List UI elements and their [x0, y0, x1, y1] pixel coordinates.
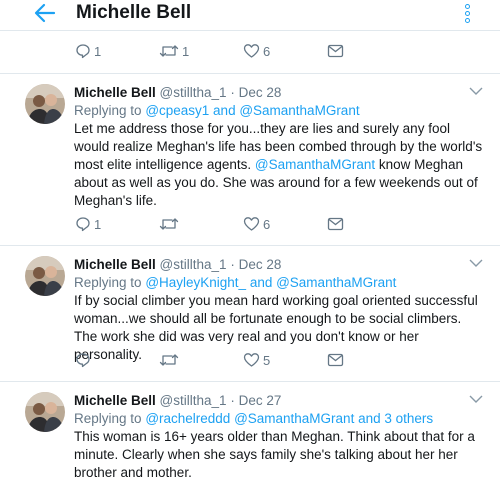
like-button[interactable]: 5	[243, 349, 270, 371]
like-count: 6	[263, 216, 271, 232]
replying-to-label: Replying to	[74, 103, 142, 118]
reply-button[interactable]	[75, 349, 94, 371]
message-icon	[327, 217, 344, 231]
message-icon	[327, 44, 344, 58]
chevron-down-icon[interactable]	[469, 86, 483, 96]
tweet-date[interactable]: Dec 27	[239, 393, 282, 408]
reply-icon	[76, 353, 90, 368]
avatar[interactable]	[25, 392, 65, 432]
avatar[interactable]	[25, 256, 65, 296]
reply-icon	[76, 44, 90, 59]
tweet-text: Let me address those for you...they are …	[74, 120, 484, 210]
replying-to-handles[interactable]: @cpeasy1 and @SamanthaMGrant	[145, 103, 359, 118]
heart-icon	[243, 217, 260, 231]
separator-dot: ·	[230, 85, 235, 100]
author-handle[interactable]: @stilltha_1	[160, 393, 227, 408]
author-handle[interactable]: @stilltha_1	[160, 85, 227, 100]
tweet-actions: 5	[0, 349, 500, 371]
divider	[0, 381, 500, 382]
tweet-date[interactable]: Dec 28	[239, 257, 282, 272]
reply-button[interactable]: 1	[75, 40, 101, 62]
share-button[interactable]	[327, 40, 344, 62]
chevron-down-icon[interactable]	[469, 394, 483, 404]
tweet-actions: 1 6	[0, 213, 500, 235]
separator-dot: ·	[230, 257, 235, 272]
share-button[interactable]	[327, 349, 344, 371]
heart-icon	[243, 44, 260, 58]
author-name[interactable]: Michelle Bell	[74, 257, 156, 272]
replying-to-handles[interactable]: @HayleyKnight_ and @SamanthaMGrant	[145, 275, 396, 290]
replying-to-handles[interactable]: @rachelreddd @SamanthaMGrant and 3 other…	[145, 411, 433, 426]
retweet-icon	[159, 45, 179, 57]
author-name[interactable]: Michelle Bell	[74, 393, 156, 408]
reply-count: 1	[94, 43, 102, 59]
page-title: Michelle Bell	[76, 2, 192, 23]
divider	[0, 30, 500, 31]
retweet-icon	[159, 218, 179, 230]
retweet-count: 1	[182, 43, 190, 59]
share-button[interactable]	[327, 213, 344, 235]
like-count: 6	[263, 43, 271, 59]
reply-button[interactable]: 1	[75, 213, 101, 235]
tweet-date[interactable]: Dec 28	[239, 85, 282, 100]
retweet-button[interactable]: 1	[159, 40, 189, 62]
separator-dot: ·	[230, 393, 235, 408]
divider	[0, 245, 500, 246]
divider	[0, 73, 500, 74]
mention-link[interactable]: @SamanthaMGrant	[255, 157, 375, 172]
like-button[interactable]: 6	[243, 40, 270, 62]
replying-to-label: Replying to	[74, 275, 142, 290]
top-bar: Michelle Bell	[0, 0, 500, 30]
avatar[interactable]	[25, 84, 65, 124]
back-arrow-icon[interactable]	[33, 2, 57, 24]
heart-icon	[243, 353, 260, 367]
replying-to-label: Replying to	[74, 411, 142, 426]
tweet-text: This woman is 16+ years older than Megha…	[74, 429, 475, 480]
retweet-icon	[159, 354, 179, 366]
retweet-button[interactable]	[159, 213, 182, 235]
reply-count: 1	[94, 216, 102, 232]
like-button[interactable]: 6	[243, 213, 270, 235]
reply-icon	[76, 217, 90, 232]
more-options-icon[interactable]	[461, 3, 473, 25]
like-count: 5	[263, 352, 271, 368]
tweet-actions-previous: 1 1 6	[0, 40, 500, 62]
author-handle[interactable]: @stilltha_1	[160, 257, 227, 272]
chevron-down-icon[interactable]	[469, 258, 483, 268]
message-icon	[327, 353, 344, 367]
author-name[interactable]: Michelle Bell	[74, 85, 156, 100]
retweet-button[interactable]	[159, 349, 182, 371]
